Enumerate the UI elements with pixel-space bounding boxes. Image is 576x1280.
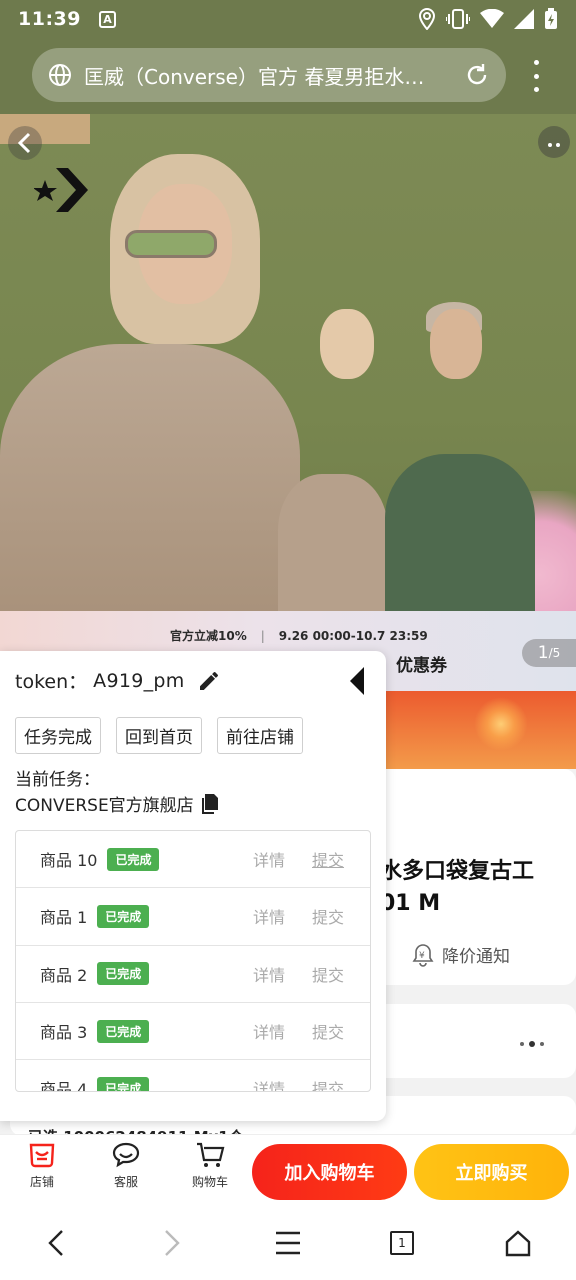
add-to-cart-button[interactable]: 加入购物车: [252, 1144, 407, 1200]
current-task-label: 当前任务：: [15, 770, 100, 790]
token-label: token：: [15, 671, 88, 693]
go-home-button[interactable]: 回到首页: [116, 717, 202, 754]
back-button[interactable]: [8, 126, 42, 160]
service-tab[interactable]: 客服: [96, 1141, 156, 1190]
vibrate-icon: [446, 9, 470, 29]
bell-icon: ¥: [412, 943, 434, 967]
location-icon: [418, 8, 436, 30]
status-badge: 已完成: [97, 962, 150, 986]
go-shop-button[interactable]: 前往店铺: [217, 717, 303, 754]
shop-tab[interactable]: 店铺: [12, 1141, 72, 1190]
festival-banner[interactable]: [386, 691, 576, 769]
forward-arrow-icon[interactable]: [160, 1228, 184, 1258]
status-badge: 已完成: [97, 904, 150, 928]
page-title: 匡威（Converse）官方 春夏男拒水…: [84, 64, 425, 89]
token-row: token： A919_pm: [15, 667, 221, 694]
shop-icon: [29, 1143, 55, 1168]
task-complete-button[interactable]: 任务完成: [15, 717, 101, 754]
globe-icon: [49, 64, 71, 86]
task-name: 商品 1: [40, 908, 88, 928]
menu-icon[interactable]: [274, 1228, 302, 1258]
status-time: 11:39: [18, 8, 81, 30]
current-task-shop: CONVERSE官方旗舰店: [15, 791, 218, 816]
product-hero-image[interactable]: [0, 114, 576, 611]
status-badge: 已完成: [97, 1019, 150, 1043]
submit-link[interactable]: 提交: [312, 1019, 344, 1043]
browser-toolbar: 匡威（Converse）官方 春夏男拒水…: [0, 38, 576, 114]
task-row: 商品 10 已完成 详情 提交: [16, 831, 370, 889]
token-value: A919_pm: [93, 669, 185, 692]
firework-icon: [474, 697, 528, 751]
address-bar[interactable]: 匡威（Converse）官方 春夏男拒水…: [32, 48, 506, 102]
detail-link[interactable]: 详情: [253, 904, 285, 928]
svg-text:¥: ¥: [419, 951, 425, 961]
task-row: 商品 1 已完成 详情 提交: [16, 888, 370, 946]
detail-link[interactable]: 详情: [253, 1076, 285, 1091]
status-badge: 已完成: [107, 847, 160, 871]
task-name: 商品 3: [40, 1023, 88, 1043]
submit-link[interactable]: 提交: [312, 904, 344, 928]
chevron-left-icon: [17, 132, 31, 154]
detail-link[interactable]: 详情: [253, 847, 285, 871]
more-options-button[interactable]: [538, 126, 570, 158]
task-name: 商品 10: [40, 851, 98, 871]
converse-logo-icon: [34, 168, 88, 212]
battery-icon: [545, 8, 557, 29]
task-row: 商品 3 已完成 详情 提交: [16, 1003, 370, 1061]
more-options-icon[interactable]: [520, 1041, 544, 1047]
reload-icon[interactable]: [464, 62, 490, 88]
copy-icon[interactable]: [200, 793, 218, 814]
cart-icon: [197, 1142, 225, 1167]
product-title: 水多口袋复古工 01 M: [380, 859, 535, 916]
price-drop-notify-button[interactable]: ¥ 降价通知: [412, 942, 510, 967]
edit-icon[interactable]: [197, 669, 221, 693]
task-row: 商品 2 已完成 详情 提交: [16, 946, 370, 1003]
model-figure: [0, 344, 300, 611]
back-arrow-icon[interactable]: [44, 1228, 68, 1258]
panel-actions: 任务完成 回到首页 前往店铺: [15, 717, 303, 754]
submit-link[interactable]: 提交: [312, 962, 344, 986]
tabs-button[interactable]: 1: [390, 1231, 414, 1255]
task-panel: token： A919_pm 任务完成 回到首页 前往店铺 当前任务： CONV…: [0, 651, 386, 1121]
task-row: 商品 4 已完成 详情 提交: [16, 1060, 370, 1092]
collapse-panel-icon[interactable]: [348, 667, 368, 695]
wifi-icon: [480, 9, 504, 28]
task-name: 商品 2: [40, 965, 88, 985]
keyboard-indicator-icon: A: [98, 10, 116, 28]
browser-nav-bar: 1: [0, 1208, 576, 1280]
bottom-action-bar: 店铺 客服 购物车 加入购物车 立即购买: [0, 1134, 576, 1208]
signal-icon: [514, 9, 534, 29]
task-name: 商品 4: [40, 1080, 88, 1092]
buy-now-button[interactable]: 立即购买: [414, 1144, 569, 1200]
status-icons: [418, 8, 558, 30]
promo-discount-text: 官方立减10% | 9.26 00:00-10.7 23:59: [170, 629, 428, 643]
home-icon[interactable]: [504, 1228, 532, 1258]
submit-link[interactable]: 提交: [312, 1076, 344, 1091]
submit-link[interactable]: 提交: [312, 847, 344, 871]
browser-menu-button[interactable]: [524, 60, 548, 92]
detail-link[interactable]: 详情: [253, 1019, 285, 1043]
cart-tab[interactable]: 购物车: [180, 1141, 240, 1190]
detail-link[interactable]: 详情: [253, 962, 285, 986]
chat-icon: [112, 1142, 140, 1168]
promo-coupon-text: 优惠券: [396, 656, 447, 676]
task-list[interactable]: 商品 10 已完成 详情 提交 商品 1 已完成 详情 提交 商品 2 已完成 …: [15, 830, 371, 1092]
image-counter: 1/5: [522, 639, 576, 667]
status-badge: 已完成: [97, 1076, 150, 1091]
status-bar: 11:39 A: [0, 0, 576, 38]
